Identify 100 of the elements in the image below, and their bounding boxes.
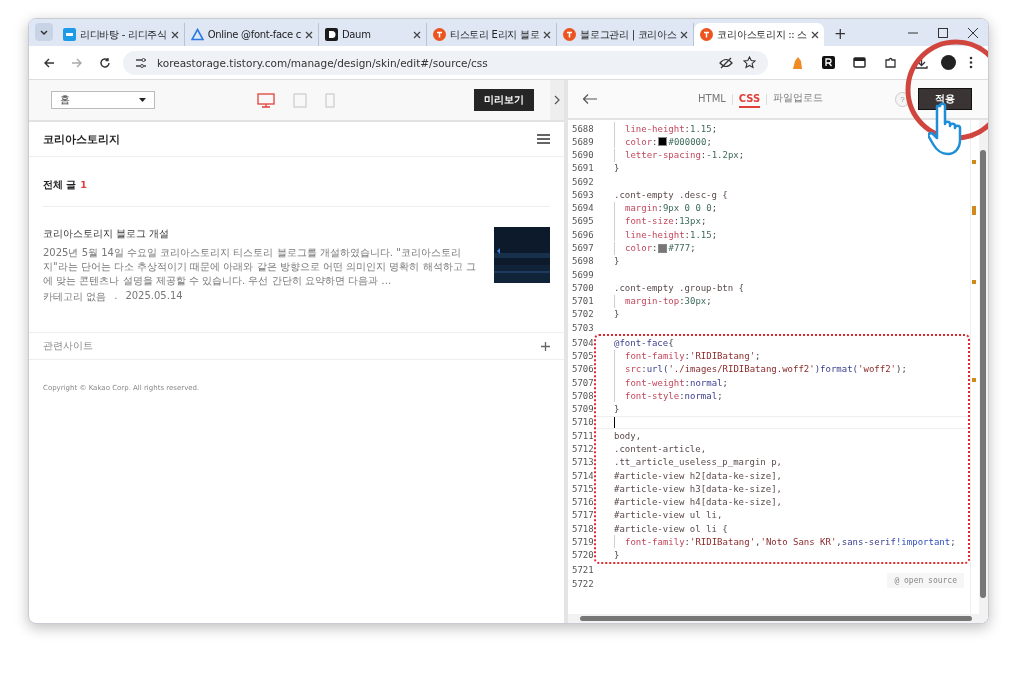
line-number: 5709: [571, 404, 595, 415]
circle-t-icon: [563, 28, 577, 41]
code-line: }: [613, 549, 620, 562]
post-count: 1: [80, 179, 87, 192]
code-line: line-height:1.15;: [602, 122, 718, 136]
line-number: 5712: [571, 444, 595, 454]
code-line: body,: [613, 429, 642, 443]
line-number: 5697: [571, 243, 595, 253]
window-icon[interactable]: [853, 56, 866, 69]
code-line: .cont-empty .group-btn {: [613, 281, 745, 295]
line-number: 5719: [571, 536, 595, 547]
all-posts-label: 전체 글: [43, 179, 77, 192]
post-date: 2025.05.14: [125, 290, 183, 303]
close-icon[interactable]: [810, 30, 819, 39]
close-icon[interactable]: [304, 30, 313, 39]
code-line: #article-view ul li,: [613, 509, 723, 522]
square-logo-icon: [63, 28, 76, 41]
code-line: #article-view h2[data-ke-size],: [613, 469, 782, 483]
code-line: font-family:'RIDIBatang','Noto Sans KR',sans-serif!important;: [602, 535, 956, 549]
code-line: #article-view ol li {: [613, 522, 728, 536]
tab-search-icon[interactable]: [35, 23, 53, 41]
close-icon[interactable]: [412, 30, 421, 39]
post-title[interactable]: 코리아스토리지 블로그 개설: [43, 227, 480, 241]
line-number: 5691: [571, 163, 595, 174]
line-number: 5693: [571, 189, 595, 200]
editor-tab[interactable]: 파일업로드: [773, 89, 824, 109]
line-number: 5700: [571, 282, 595, 293]
code-line: .tt_article_useless_p_margin p,: [613, 456, 782, 469]
triangle-icon: [190, 28, 204, 41]
editor-tab[interactable]: HTML: [698, 90, 726, 108]
code-line: @font-face{: [613, 336, 674, 350]
puzzle-icon[interactable]: [884, 56, 897, 69]
page-select[interactable]: 홈: [51, 91, 155, 109]
code-line: letter-spacing:-1.2px;: [602, 148, 745, 162]
circle-t-icon: [432, 28, 446, 41]
close-icon[interactable]: [680, 30, 689, 39]
line-number: 5714: [571, 470, 595, 481]
code-line: }: [613, 308, 620, 321]
line-number: 5721: [571, 565, 595, 576]
meta-separator: .: [114, 290, 118, 303]
address-field[interactable]: koreastorage.tistory.com/manage/design/skin/edit#/source/css: [123, 50, 768, 75]
monitor-icon[interactable]: [257, 92, 275, 108]
post-category: 카테고리 없음: [43, 290, 107, 304]
horizontal-scrollbar[interactable]: [568, 614, 988, 623]
line-number: 5703: [571, 322, 595, 333]
code-line: }: [613, 255, 620, 268]
code-line: #article-view h4[data-ke-size],: [613, 496, 782, 509]
line-number: 5695: [571, 216, 595, 227]
line-number: 5718: [571, 523, 595, 534]
line-number: 5705: [571, 351, 595, 362]
eye-slash-icon[interactable]: [719, 56, 733, 69]
line-number: 5696: [571, 229, 595, 240]
line-number: 5688: [571, 123, 595, 134]
new-tab-button[interactable]: +: [829, 25, 851, 43]
line-number: 5707: [571, 377, 595, 388]
square-r-icon[interactable]: [822, 56, 835, 69]
line-number: 5692: [571, 176, 595, 187]
circle-t-icon: [700, 28, 714, 41]
browser-tab[interactable]: 코리아스토리지 :: 스: [694, 23, 824, 46]
line-number: 5716: [571, 497, 595, 508]
line-number: 5715: [571, 483, 595, 494]
code-line: margin-top:30px;: [602, 294, 712, 308]
line-number: 5720: [571, 550, 595, 561]
editor-tab[interactable]: CSS: [738, 90, 761, 108]
line-number: 5704: [571, 337, 595, 348]
code-line: margin:9px 0 0 0;: [602, 201, 718, 215]
caret-icon: [139, 98, 146, 102]
code-line: font-weight:normal;: [602, 376, 728, 390]
preview-button[interactable]: 미리보기: [474, 89, 534, 111]
close-icon[interactable]: [170, 30, 179, 39]
close-icon[interactable]: [543, 30, 552, 39]
code-line: line-height:1.15;: [602, 228, 718, 242]
related-sites-label[interactable]: 관련사이트: [43, 339, 93, 353]
line-number: 5710: [571, 417, 595, 428]
more-icon[interactable]: [969, 56, 973, 69]
code-line: }: [613, 162, 620, 175]
line-number: 5717: [571, 510, 595, 521]
star-icon[interactable]: [743, 56, 756, 69]
line-number: 5701: [571, 296, 595, 307]
open-source-label[interactable]: @ open source: [887, 573, 964, 588]
line-number: 5708: [571, 390, 595, 401]
profile-avatar[interactable]: [941, 55, 956, 70]
code-line: }: [613, 403, 620, 416]
menu-icon[interactable]: [537, 134, 550, 144]
code-line: color: #000000;: [602, 135, 712, 149]
plus-icon[interactable]: [541, 341, 550, 351]
line-number: 5699: [571, 269, 595, 280]
code-line: src:url('./images/RIDIBatang.woff2')format('woff2');: [602, 362, 907, 376]
site-settings-icon[interactable]: [135, 56, 147, 69]
code-line: font-family:'RIDIBatang';: [602, 349, 761, 363]
line-number: 5722: [571, 578, 595, 589]
apply-button[interactable]: 적용: [918, 88, 972, 110]
line-number: 5713: [571, 457, 595, 468]
code-line: font-style:normal;: [602, 389, 723, 403]
square-d-icon: [324, 28, 338, 41]
code-line: font-size:13px;: [602, 215, 707, 228]
code-line: .content-article,: [613, 443, 707, 456]
vertical-scrollbar[interactable]: [979, 120, 988, 614]
line-number: 5702: [571, 309, 595, 320]
line-number: 5698: [571, 256, 595, 267]
